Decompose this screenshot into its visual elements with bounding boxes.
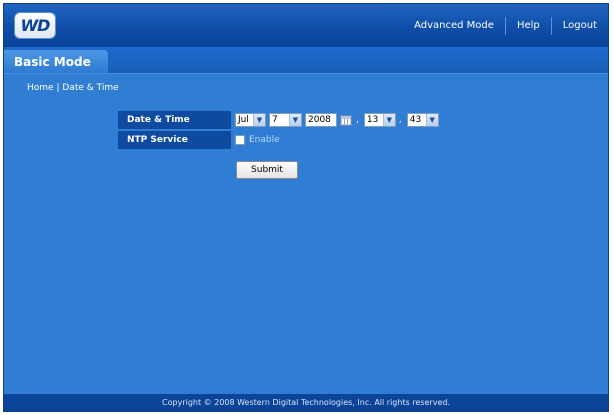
breadcrumb-separator: | [56, 83, 60, 93]
date-time-form: Date & Time Jul ▼ 7 ▼ 2008 , 13 ▼ , 43 ▼… [118, 111, 442, 151]
breadcrumb-current: Date & Time [62, 83, 119, 93]
time-separator: , [398, 115, 402, 125]
top-nav: Advanced Mode Help Logout [403, 4, 608, 47]
submit-button[interactable]: Submit [236, 161, 298, 179]
breadcrumb-home[interactable]: Home [27, 83, 54, 93]
ntp-enable-label[interactable]: Enable [249, 135, 280, 145]
help-link[interactable]: Help [506, 20, 551, 31]
date-time-label: Date & Time [118, 111, 231, 129]
year-input[interactable]: 2008 [305, 113, 337, 127]
month-value: Jul [238, 115, 249, 125]
ntp-service-label: NTP Service [118, 131, 231, 149]
app-frame: WD Advanced Mode Help Logout Basic Mode … [3, 3, 609, 412]
date-time-controls: Jul ▼ 7 ▼ 2008 , 13 ▼ , 43 ▼ [235, 113, 442, 127]
calendar-icon[interactable] [340, 114, 352, 126]
date-time-row: Date & Time Jul ▼ 7 ▼ 2008 , 13 ▼ , 43 ▼ [118, 111, 442, 129]
day-value: 7 [272, 115, 278, 125]
footer: Copyright © 2008 Western Digital Technol… [4, 394, 608, 411]
hour-select[interactable]: 13 ▼ [363, 113, 396, 127]
logout-link[interactable]: Logout [552, 20, 608, 31]
hour-value: 13 [366, 115, 379, 125]
chevron-down-icon: ▼ [425, 114, 438, 126]
ntp-enable-checkbox[interactable] [235, 135, 245, 145]
copyright-text: Copyright © 2008 Western Digital Technol… [162, 398, 450, 407]
time-separator: , [356, 115, 359, 125]
mode-bar: Basic Mode [4, 47, 608, 74]
advanced-mode-link[interactable]: Advanced Mode [403, 20, 505, 31]
breadcrumb: Home | Date & Time [27, 83, 119, 93]
header: WD Advanced Mode Help Logout [4, 4, 608, 47]
ntp-row: NTP Service Enable [118, 131, 442, 149]
chevron-down-icon: ▼ [253, 114, 265, 126]
minute-value: 43 [409, 115, 422, 125]
day-select[interactable]: 7 ▼ [269, 113, 302, 127]
year-value: 2008 [308, 115, 331, 125]
tab-basic-mode[interactable]: Basic Mode [4, 50, 108, 73]
chevron-down-icon: ▼ [289, 114, 301, 126]
wd-logo: WD [15, 13, 55, 38]
minute-select[interactable]: 43 ▼ [406, 113, 439, 127]
month-select[interactable]: Jul ▼ [235, 113, 266, 127]
ntp-controls: Enable [235, 135, 280, 145]
chevron-down-icon: ▼ [382, 114, 395, 126]
